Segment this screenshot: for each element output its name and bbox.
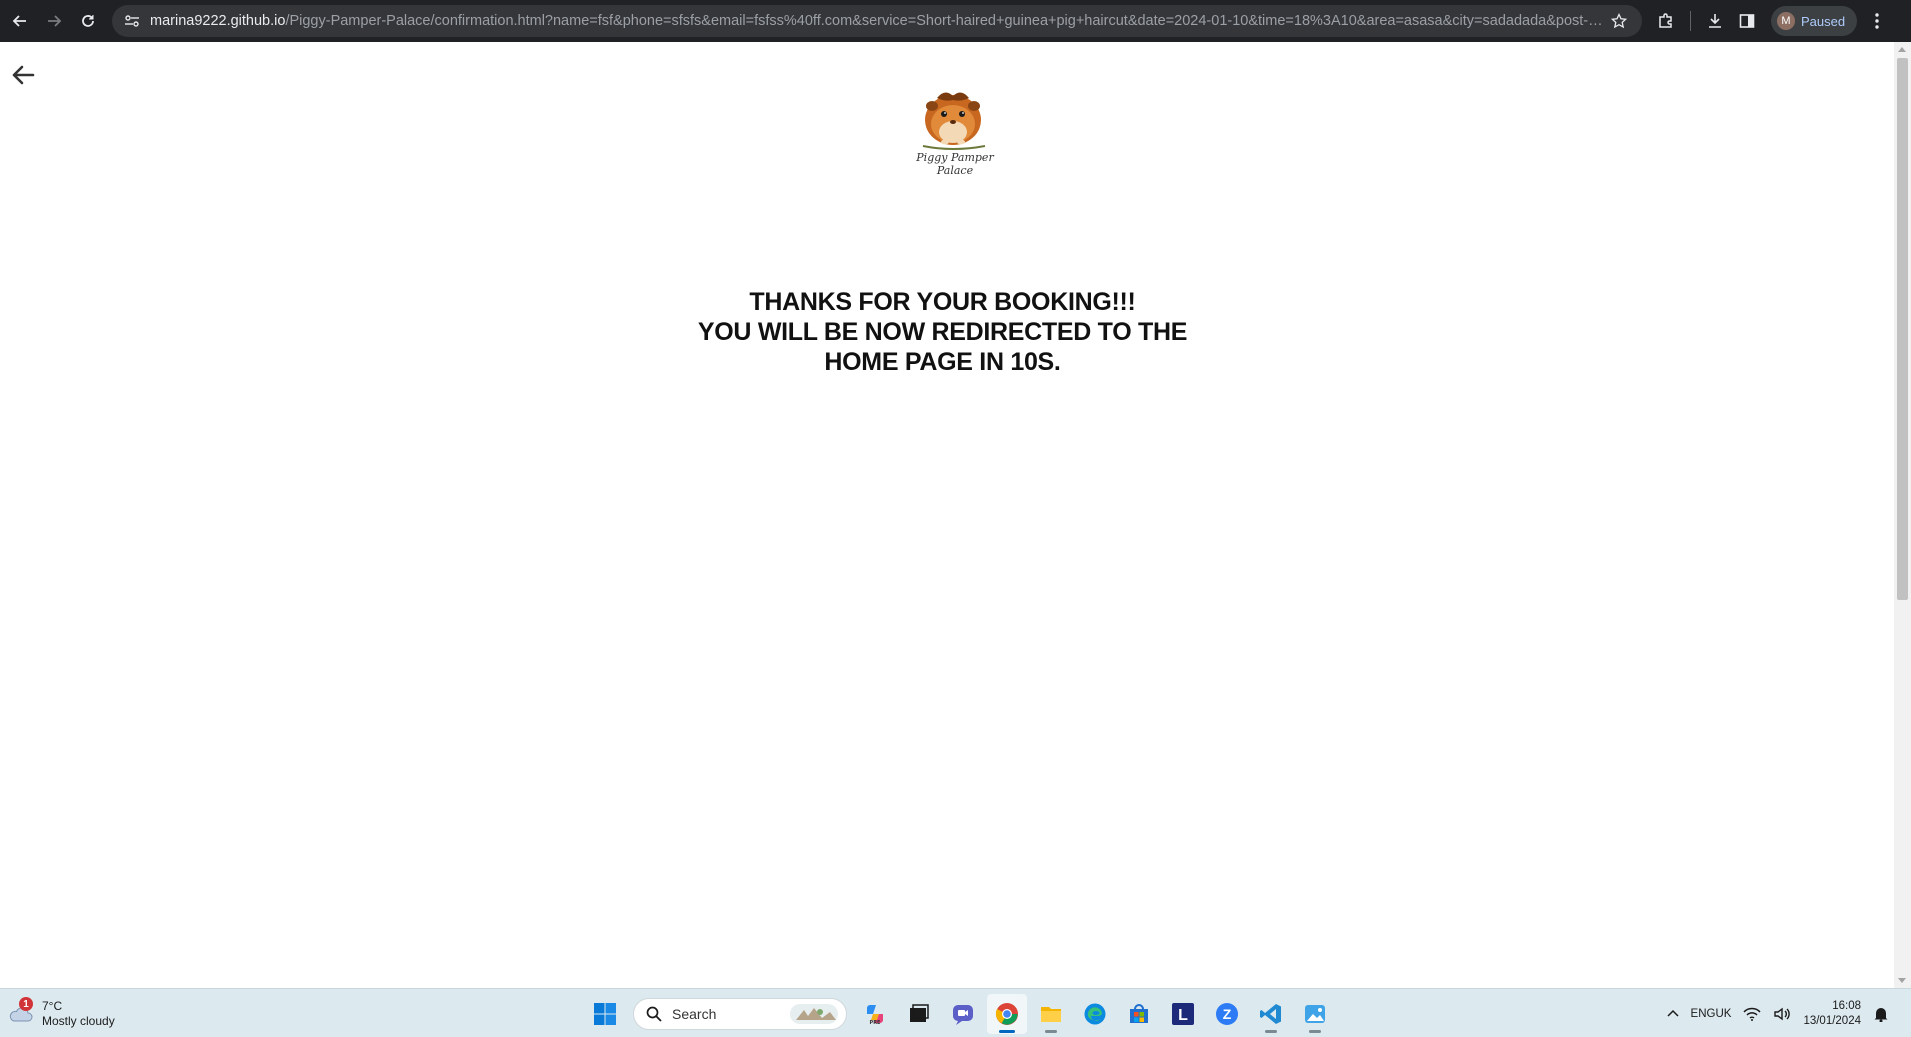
file-explorer-app[interactable] — [1031, 994, 1071, 1034]
weather-temp: 7°C — [42, 999, 63, 1013]
reload-icon — [82, 15, 94, 27]
task-view-app[interactable] — [899, 994, 939, 1034]
svg-text:Z: Z — [1223, 1006, 1232, 1022]
logo-text-line1: Piggy Pamper — [915, 151, 994, 164]
language-indicator[interactable]: ENG UK — [1691, 1007, 1732, 1021]
toolbar-divider — [1690, 11, 1691, 31]
confirmation-line-3: HOME PAGE IN 10S. — [824, 348, 1061, 376]
bell-icon — [1874, 1007, 1888, 1022]
confirmation-line-1: THANKS FOR YOUR BOOKING!!! — [749, 288, 1136, 316]
taskbar-search[interactable]: Search — [633, 997, 847, 1030]
chrome-icon — [995, 1002, 1018, 1025]
notifications-button[interactable] — [1873, 1006, 1889, 1022]
url-host: marina9222.github.io — [150, 13, 286, 29]
extensions-button[interactable] — [1652, 7, 1680, 35]
lang-region: UK — [1715, 1007, 1732, 1020]
network-button[interactable] — [1743, 1007, 1761, 1021]
start-button[interactable] — [585, 994, 625, 1034]
chevron-up-icon — [1667, 1009, 1679, 1017]
speaker-icon — [1774, 1007, 1791, 1020]
microsoft-store-app[interactable] — [1119, 994, 1159, 1034]
task-view-icon — [910, 1003, 929, 1022]
svg-text:PRE: PRE — [870, 1020, 882, 1026]
clock-time: 16:08 — [1832, 999, 1861, 1012]
edge-app[interactable] — [1075, 994, 1115, 1034]
running-app-indicator — [1045, 1029, 1057, 1033]
system-tray: ENG UK 16:08 13/01/2024 — [1661, 993, 1895, 1034]
teams-chat-icon — [953, 1004, 973, 1025]
photos-icon — [1305, 1004, 1325, 1023]
store-icon — [1130, 1003, 1148, 1023]
folder-icon — [1041, 1006, 1061, 1022]
page-content: Piggy Pamper Palace THANKS FOR YOUR BOOK… — [0, 42, 1894, 988]
side-panel-icon — [1739, 14, 1755, 28]
weather-badge: 1 — [19, 997, 33, 1011]
photos-app[interactable] — [1295, 994, 1335, 1034]
profile-button[interactable]: M Paused — [1771, 6, 1858, 36]
volume-button[interactable] — [1773, 1006, 1791, 1022]
puzzle-icon — [1659, 13, 1672, 28]
profile-status: Paused — [1801, 13, 1846, 29]
scrollbar-thumb[interactable] — [1897, 58, 1908, 600]
weather-desc: Mostly cloudy — [42, 1014, 115, 1028]
z-app-icon: Z — [1216, 1002, 1238, 1025]
l-app-icon: L — [1172, 1002, 1194, 1025]
windows-taskbar: 1 7°C Mostly cloudy Search PRE L Z ENG U… — [0, 988, 1911, 1037]
back-arrow-icon[interactable] — [10, 62, 36, 88]
url-text[interactable]: marina9222.github.io/Piggy-Pamper-Palace… — [150, 13, 1608, 29]
scroll-up-icon[interactable] — [1898, 47, 1906, 52]
back-icon — [12, 15, 26, 27]
confirmation-message: THANKS FOR YOUR BOOKING!!! YOU WILL BE N… — [690, 287, 1195, 377]
chrome-menu-button[interactable] — [1863, 7, 1891, 35]
site-info-icon[interactable] — [122, 11, 142, 31]
scroll-down-icon[interactable] — [1898, 978, 1906, 983]
forward-button[interactable] — [40, 7, 68, 35]
active-app-indicator — [999, 1029, 1015, 1033]
zoom-app[interactable]: Z — [1207, 994, 1247, 1034]
search-highlight-icon — [790, 1003, 838, 1024]
wifi-icon — [1743, 1007, 1761, 1021]
side-panel-button[interactable] — [1733, 7, 1761, 35]
address-bar[interactable]: marina9222.github.io/Piggy-Pamper-Palace… — [112, 5, 1642, 37]
bookmark-star-icon[interactable] — [1608, 10, 1630, 32]
avatar: M — [1777, 12, 1795, 30]
show-hidden-icons-button[interactable] — [1667, 1008, 1679, 1020]
vertical-scrollbar[interactable] — [1894, 42, 1911, 988]
piggy-pamper-palace-logo[interactable]: Piggy Pamper Palace — [915, 82, 995, 182]
l-app[interactable]: L — [1163, 994, 1203, 1034]
download-icon — [1709, 14, 1721, 28]
running-app-indicator — [1309, 1029, 1321, 1033]
browser-toolbar: marina9222.github.io/Piggy-Pamper-Palace… — [0, 0, 1911, 42]
url-path: /Piggy-Pamper-Palace/confirmation.html?n… — [285, 13, 1608, 29]
forward-icon — [48, 15, 62, 27]
confirmation-line-2: YOU WILL BE NOW REDIRECTED TO THE — [697, 318, 1188, 346]
kebab-menu-icon — [1875, 13, 1879, 29]
svg-text:L: L — [1178, 1007, 1188, 1024]
edge-icon — [1084, 1003, 1106, 1024]
cloud-icon: 1 — [8, 997, 34, 1027]
clock-date: 13/01/2024 — [1803, 1014, 1861, 1027]
copilot-icon: PRE — [867, 1004, 883, 1026]
lang-code: ENG — [1690, 1007, 1716, 1020]
teams-app[interactable] — [943, 994, 983, 1034]
logo-text-line2: Palace — [936, 164, 974, 177]
copilot-app[interactable]: PRE — [855, 994, 895, 1034]
running-app-indicator — [1265, 1029, 1277, 1033]
vscode-app[interactable] — [1251, 994, 1291, 1034]
reload-button[interactable] — [74, 7, 102, 35]
windows-start-icon — [594, 1002, 616, 1025]
weather-widget[interactable]: 1 7°C Mostly cloudy — [8, 995, 115, 1033]
search-label: Search — [672, 1005, 717, 1022]
chrome-app[interactable] — [987, 993, 1027, 1034]
search-icon — [646, 1006, 662, 1022]
clock[interactable]: 16:08 13/01/2024 — [1803, 999, 1861, 1029]
downloads-button[interactable] — [1701, 7, 1729, 35]
vscode-icon — [1260, 1003, 1281, 1024]
back-button[interactable] — [6, 7, 34, 35]
